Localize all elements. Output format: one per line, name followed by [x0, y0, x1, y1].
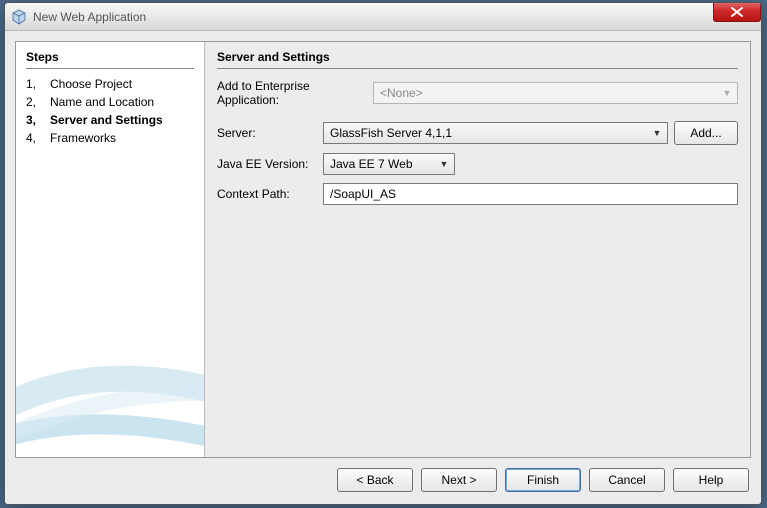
row-enterprise: Add to Enterprise Application: <None> ▼ [217, 79, 738, 107]
step-number: 1, [26, 76, 40, 92]
label-server: Server: [217, 126, 317, 140]
combo-server[interactable]: GlassFish Server 4,1,1 ▼ [323, 122, 668, 144]
chevron-down-icon: ▼ [436, 159, 452, 169]
sidebar-decoration [16, 307, 205, 457]
content-frame: Steps 1, Choose Project 2, Name and Loca… [15, 41, 751, 458]
close-button[interactable] [713, 2, 761, 22]
step-number: 4, [26, 130, 40, 146]
steps-sidebar: Steps 1, Choose Project 2, Name and Loca… [16, 42, 205, 457]
step-label: Choose Project [50, 76, 132, 92]
step-number: 3, [26, 112, 40, 128]
row-context: Context Path: [217, 183, 738, 205]
back-button[interactable]: < Back [337, 468, 413, 492]
add-server-button[interactable]: Add... [674, 121, 738, 145]
step-item: 4, Frameworks [26, 129, 194, 147]
button-bar: < Back Next > Finish Cancel Help [15, 458, 751, 494]
finish-button[interactable]: Finish [505, 468, 581, 492]
combo-server-value: GlassFish Server 4,1,1 [330, 126, 649, 140]
steps-heading: Steps [26, 50, 194, 69]
page-title: Server and Settings [217, 50, 738, 69]
combo-javaee[interactable]: Java EE 7 Web ▼ [323, 153, 455, 175]
label-context: Context Path: [217, 187, 317, 201]
titlebar: New Web Application [5, 3, 761, 31]
step-label: Name and Location [50, 94, 154, 110]
label-javaee: Java EE Version: [217, 157, 317, 171]
combo-enterprise: <None> ▼ [373, 82, 738, 104]
wizard-window: New Web Application Steps 1, Choose Proj… [4, 2, 762, 505]
steps-list: 1, Choose Project 2, Name and Location 3… [26, 75, 194, 147]
chevron-down-icon: ▼ [649, 128, 665, 138]
help-button[interactable]: Help [673, 468, 749, 492]
chevron-down-icon: ▼ [719, 88, 735, 98]
combo-javaee-value: Java EE 7 Web [330, 157, 436, 171]
window-title: New Web Application [33, 10, 146, 24]
next-button[interactable]: Next > [421, 468, 497, 492]
context-path-input[interactable] [323, 183, 738, 205]
step-item-current: 3, Server and Settings [26, 111, 194, 129]
main-area: Steps 1, Choose Project 2, Name and Loca… [5, 31, 761, 504]
step-item: 1, Choose Project [26, 75, 194, 93]
step-item: 2, Name and Location [26, 93, 194, 111]
label-enterprise: Add to Enterprise Application: [217, 79, 367, 107]
wizard-page: Server and Settings Add to Enterprise Ap… [205, 42, 750, 457]
step-label: Server and Settings [50, 112, 163, 128]
step-number: 2, [26, 94, 40, 110]
app-cube-icon [11, 9, 27, 25]
row-javaee: Java EE Version: Java EE 7 Web ▼ [217, 153, 738, 175]
step-label: Frameworks [50, 130, 116, 146]
row-server: Server: GlassFish Server 4,1,1 ▼ Add... [217, 121, 738, 145]
combo-enterprise-value: <None> [380, 86, 719, 100]
cancel-button[interactable]: Cancel [589, 468, 665, 492]
